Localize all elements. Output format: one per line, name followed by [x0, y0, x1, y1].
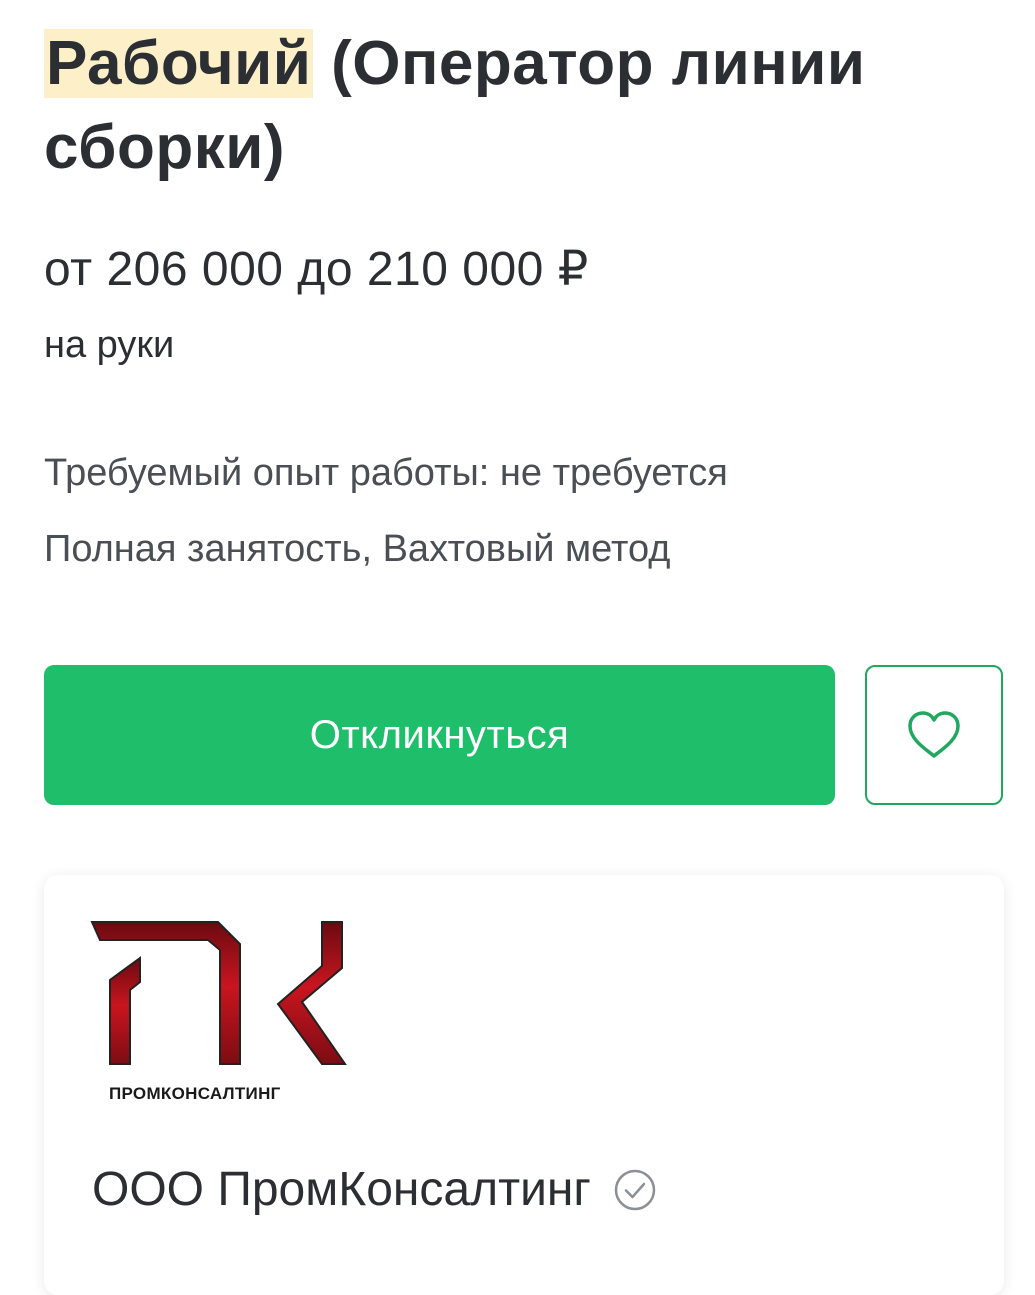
company-logo-mark — [90, 921, 347, 1065]
salary-range: от 206 000 до 210 000 ₽ — [44, 243, 589, 296]
company-card[interactable]: ПРОМКОНСАЛТИНГ ООО ПромКонсалтинг — [44, 875, 1004, 1295]
employment-type: Полная занятость, Вахтовый метод — [44, 528, 671, 570]
company-name-row[interactable]: ООО ПромКонсалтинг — [92, 1160, 657, 1220]
logo-caption: ПРОМКОНСАЛТИНГ — [109, 1084, 281, 1103]
vacancy-title: Рабочий (Оператор линии сборки) — [44, 22, 1004, 190]
check-circle-icon — [614, 1169, 656, 1211]
company-name[interactable]: ООО ПромКонсалтинг — [92, 1160, 591, 1220]
company-logo: ПРОМКОНСАЛТИНГ — [90, 920, 360, 1120]
heart-outline-icon — [908, 711, 960, 758]
apply-button[interactable]: Откликнуться — [44, 665, 835, 805]
experience-requirement: Требуемый опыт работы: не требуется — [44, 452, 728, 494]
title-search-highlight: Рабочий — [44, 29, 314, 98]
favorite-button[interactable] — [865, 665, 1003, 805]
salary-note: на руки — [44, 324, 175, 366]
